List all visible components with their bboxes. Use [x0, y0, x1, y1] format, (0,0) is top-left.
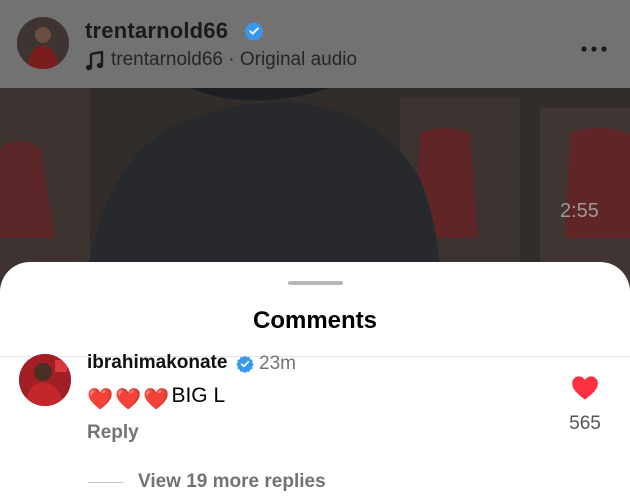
view-more-replies-button[interactable]: View 19 more replies [138, 471, 326, 493]
reply-button[interactable]: Reply [87, 422, 139, 444]
video-frame [0, 88, 630, 288]
audio-owner: trentarnold66 [111, 49, 223, 70]
comment-body: BIG L [171, 384, 226, 407]
video-time: 2:55 [560, 200, 599, 222]
comment-timestamp: 23m [259, 353, 296, 374]
comments-title: Comments [252, 307, 378, 334]
audio-attribution[interactable]: trentarnold66 · Original audio [111, 49, 357, 71]
post-author-avatar[interactable] [17, 17, 69, 69]
heart-emoji: ❤️ [143, 388, 170, 411]
post-header: trentarnold66 trentarnold66 · Original a… [0, 0, 630, 88]
comment-text: ❤️❤️❤️BIG L [87, 383, 225, 413]
music-note-icon [85, 50, 105, 77]
comment-username[interactable]: ibrahimakonate [87, 352, 227, 374]
more-options-icon[interactable] [580, 40, 608, 58]
heart-emoji: ❤️ [115, 388, 142, 411]
verified-badge-icon [236, 355, 254, 378]
replies-divider-line [88, 482, 124, 483]
audio-separator: · [222, 49, 240, 70]
video-player[interactable]: 2:55 [0, 88, 630, 288]
like-count: 565 [569, 413, 601, 434]
heart-icon[interactable] [571, 375, 599, 406]
post-username[interactable]: trentarnold66 [85, 18, 228, 44]
sheet-grabber-handle[interactable] [288, 281, 343, 285]
audio-label: Original audio [239, 49, 358, 70]
comments-sheet: Comments [0, 262, 630, 500]
heart-emoji: ❤️ [87, 388, 114, 411]
verified-badge-icon [244, 21, 264, 46]
comment-author-avatar[interactable] [19, 354, 71, 406]
